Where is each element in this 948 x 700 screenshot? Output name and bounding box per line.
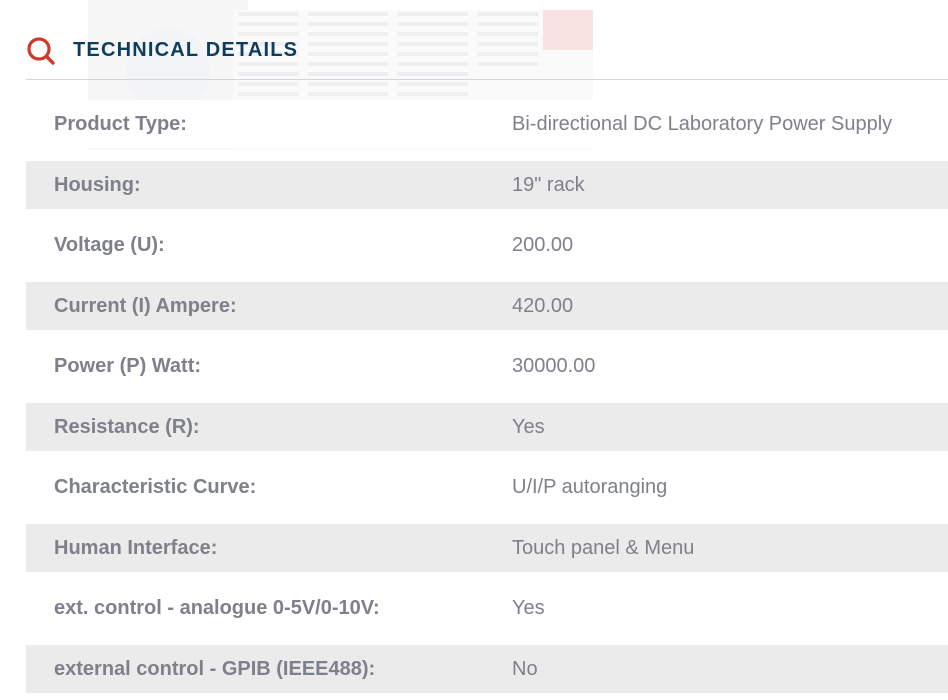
spec-label: Human Interface: (54, 536, 218, 559)
spec-label: Product Type: (54, 113, 187, 135)
spec-table: Product Type: Bi-directional DC Laborato… (26, 100, 948, 700)
spec-label: Voltage (U): (54, 234, 165, 256)
spec-value: 420.00 (512, 294, 574, 317)
spec-row-characteristic-curve: Characteristic Curve: U/I/P autoranging (26, 463, 948, 511)
spec-row-analogue-control: ext. control - analogue 0-5V/0-10V: Yes (26, 584, 948, 632)
spec-label: external control - GPIB (IEEE488): (54, 657, 376, 680)
spec-label: Characteristic Curve: (54, 476, 257, 498)
section-title: TECHNICAL DETAILS (73, 39, 299, 61)
spec-value: Bi-directional DC Laboratory Power Suppl… (512, 113, 893, 135)
search-icon (27, 37, 55, 65)
spec-label: Housing: (54, 173, 141, 196)
spec-row-current: Current (I) Ampere: 420.00 (26, 281, 948, 330)
spec-label: Resistance (R): (54, 415, 200, 438)
spec-value: Yes (512, 415, 545, 438)
spec-row-resistance: Resistance (R): Yes (26, 402, 948, 451)
spec-value: U/I/P autoranging (512, 476, 668, 498)
spec-value: 200.00 (512, 234, 574, 256)
spec-row-gpib-control: external control - GPIB (IEEE488): No (26, 644, 948, 693)
spec-value: Touch panel & Menu (512, 536, 695, 559)
spec-label: Current (I) Ampere: (54, 294, 237, 317)
spec-row-product-type: Product Type: Bi-directional DC Laborato… (26, 100, 948, 148)
spec-value: No (512, 657, 538, 680)
spec-label: Power (P) Watt: (54, 355, 202, 377)
spec-value: 19" rack (512, 173, 585, 196)
header-divider (26, 79, 948, 80)
spec-row-human-interface: Human Interface: Touch panel & Menu (26, 523, 948, 572)
spec-label: ext. control - analogue 0-5V/0-10V: (54, 597, 380, 619)
section-header: TECHNICAL DETAILS (0, 0, 948, 80)
spec-row-voltage: Voltage (U): 200.00 (26, 221, 948, 269)
spec-row-housing: Housing: 19" rack (26, 160, 948, 209)
spec-value: Yes (512, 597, 545, 619)
technical-details-page: TECHNICAL DETAILS Product Type: Bi-direc… (0, 0, 948, 700)
spec-value: 30000.00 (512, 355, 596, 377)
spec-row-power: Power (P) Watt: 30000.00 (26, 342, 948, 390)
